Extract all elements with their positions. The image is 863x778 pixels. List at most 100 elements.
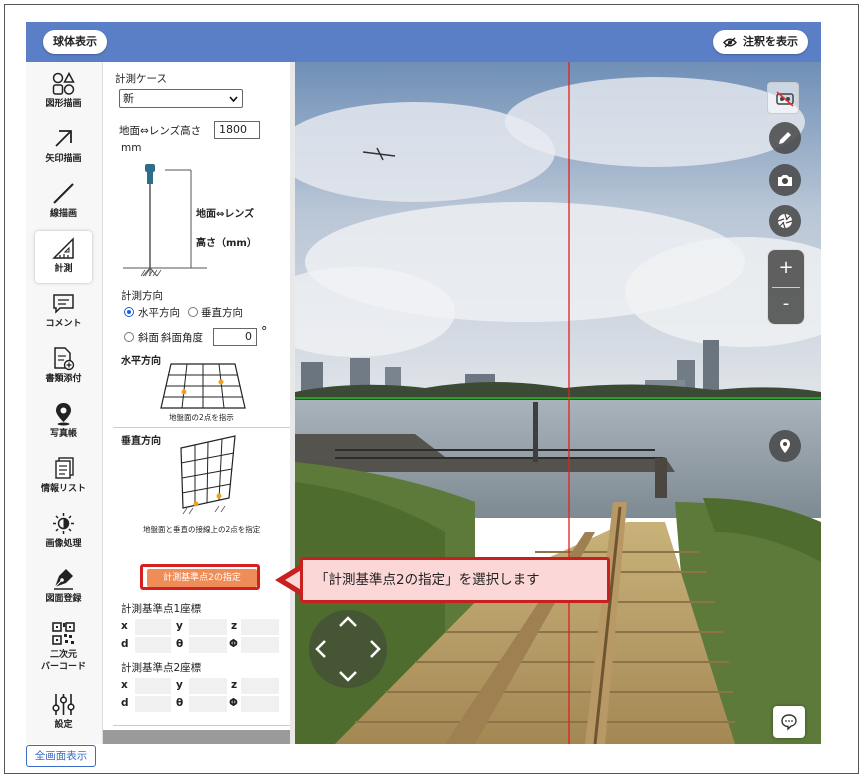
x-value [135, 619, 171, 635]
lens-height-input[interactable]: 1800 [214, 121, 260, 139]
show-annotation-button[interactable]: 注釈を表示 [713, 30, 808, 54]
nav-down-button[interactable] [339, 671, 357, 682]
divider [113, 427, 291, 428]
panorama-viewer[interactable]: + - [295, 62, 821, 744]
sidebar-item-qr-code[interactable]: 二次元 バーコード [35, 616, 92, 678]
theta-label: θ [176, 697, 184, 709]
zoom-out-button[interactable]: - [768, 290, 804, 318]
case-select[interactable]: 新 [119, 89, 243, 108]
sidebar-item-label: コメント [45, 319, 82, 329]
tool-sidebar: 図形描画 矢印描画 線描画 計測 コメント 書類添付 写真帳 情報リスト 画像処… [26, 62, 103, 744]
top-bar: 球体表示 注釈を表示 [26, 22, 821, 62]
x-label: x [121, 620, 128, 632]
sidebar-item-document-attach[interactable]: 書類添付 [35, 341, 92, 393]
vr-goggles-off-icon [776, 91, 794, 107]
nav-arrows [315, 616, 381, 682]
location-pin-icon [56, 403, 71, 426]
point2-label: 計測基準点2座標 [121, 662, 202, 674]
sidebar-item-photo-album[interactable]: 写真帳 [35, 396, 92, 448]
sidebar-item-line[interactable]: 線描画 [35, 176, 92, 228]
vr-goggles-button[interactable] [767, 82, 799, 114]
divider [113, 725, 291, 726]
z-label: z [231, 620, 238, 632]
arrow-icon [55, 130, 72, 147]
slope-angle-label: 斜面角度 [161, 332, 203, 344]
case-select-value: 新 [123, 92, 134, 105]
aperture-button[interactable] [769, 205, 801, 237]
slope-option-label: 斜面 [138, 332, 159, 344]
sidebar-item-label: 矢印描画 [45, 154, 82, 164]
measure-panel: 計測ケース 新 地面⇔レンズ高さ 1800 mm 地面⇔レンズ 高さ（mm） 計… [103, 62, 293, 744]
horizontal-heading: 水平方向 [121, 356, 161, 367]
horizontal-grid-diagram [160, 363, 246, 409]
chevron-down-icon [229, 96, 238, 102]
sidebar-item-info-list[interactable]: 情報リスト [35, 451, 92, 503]
z-value [241, 678, 279, 694]
vertical-option-label: 垂直方向 [201, 307, 243, 319]
vertical-grid-diagram [180, 435, 236, 515]
d-value [135, 637, 171, 653]
sidebar-item-arrow[interactable]: 矢印描画 [35, 121, 92, 173]
sidebar-item-label: 線描画 [49, 209, 77, 219]
sidebar-item-comment[interactable]: コメント [35, 286, 92, 338]
sphere-view-button[interactable]: 球体表示 [43, 30, 107, 54]
aperture-icon [777, 213, 793, 229]
sidebar-item-label-line2: バーコード [40, 662, 86, 672]
horizontal-radio[interactable] [124, 307, 134, 317]
sidebar-item-drawing-register[interactable]: 図面登録 [35, 561, 92, 613]
divider [772, 287, 800, 288]
slope-radio[interactable] [124, 332, 134, 342]
sidebar-item-label: 図面登録 [45, 594, 82, 604]
sliders-icon [52, 694, 75, 715]
sidebar-item-image-processing[interactable]: 画像処理 [35, 506, 92, 558]
location-button[interactable] [769, 430, 801, 462]
z-label: z [231, 679, 238, 691]
sidebar-item-shapes[interactable]: 図形描画 [35, 66, 92, 118]
chat-bubble-icon [781, 714, 797, 731]
y-label: y [176, 679, 183, 691]
sidebar-item-settings[interactable]: 設定 [35, 687, 92, 739]
comment-icon [53, 294, 74, 314]
sidebar-item-label: 画像処理 [45, 539, 82, 549]
y-value [189, 678, 227, 694]
sidebar-item-label: 計測 [54, 264, 73, 274]
pencil-icon [779, 132, 791, 144]
info-list-icon [55, 457, 74, 479]
slope-angle-input[interactable]: 0 [213, 328, 257, 346]
vertical-radio[interactable] [188, 307, 198, 317]
measure-icon [52, 237, 74, 259]
document-attach-icon [54, 347, 75, 371]
navigation-pad [309, 610, 387, 688]
camera-button[interactable] [769, 164, 801, 196]
chat-button[interactable] [773, 706, 805, 738]
vertical-caption: 地盤面と垂直の接線上の2点を指定 [143, 525, 261, 534]
phi-label: Φ [229, 697, 238, 709]
d-label: d [121, 638, 129, 650]
sidebar-item-label-line1: 二次元 [49, 650, 77, 660]
diagram-label-1: 地面⇔レンズ [196, 209, 255, 220]
nav-right-button[interactable] [370, 640, 381, 658]
zoom-in-button[interactable]: + [768, 254, 804, 282]
nav-up-button[interactable] [339, 616, 357, 627]
pen-nib-icon [54, 569, 73, 590]
nav-left-button[interactable] [315, 640, 326, 658]
line-icon [53, 183, 74, 204]
sidebar-item-label: 書類添付 [45, 374, 82, 384]
camera-icon [778, 175, 792, 186]
point2-polar-row: d θ Φ [121, 696, 279, 712]
zoom-control: + - [767, 249, 805, 325]
fullscreen-button[interactable]: 全画面表示 [26, 745, 96, 767]
theta-value [189, 637, 227, 653]
eye-off-icon [723, 37, 737, 48]
point1-polar-row: d θ Φ [121, 637, 279, 653]
highlight-box [140, 564, 260, 590]
theta-label: θ [176, 638, 184, 650]
sidebar-item-label: 設定 [54, 720, 73, 730]
panel-footer-bar [103, 730, 290, 744]
sidebar-item-measure[interactable]: 計測 [35, 231, 92, 283]
point2-xyz-row: x y z [121, 678, 279, 694]
phi-value [241, 696, 279, 712]
y-value [189, 619, 227, 635]
lens-height-label: 地面⇔レンズ高さ [119, 125, 202, 137]
pencil-button[interactable] [769, 122, 801, 154]
